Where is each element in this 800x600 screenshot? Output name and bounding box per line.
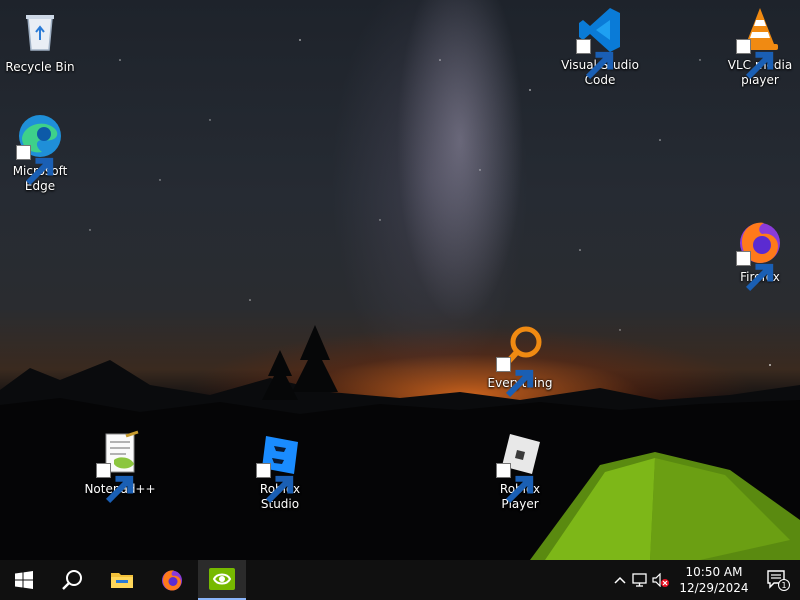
start-icon — [15, 571, 33, 589]
roblox-studio-shortcut[interactable]: Roblox Studio — [240, 430, 320, 512]
shortcut-arrow-icon — [256, 463, 294, 504]
start-button[interactable] — [0, 560, 48, 600]
system-tray: 10:50 AM 12/29/2024 1 — [610, 560, 800, 600]
network-button[interactable] — [630, 560, 650, 600]
firefox-icon — [736, 218, 784, 292]
shortcut-arrow-icon — [736, 251, 774, 292]
shortcut-arrow-icon — [16, 145, 54, 186]
vlc-shortcut[interactable]: VLC media player — [720, 6, 800, 88]
notepad-plus-plus-icon — [96, 430, 144, 504]
everything-magnifier-icon — [496, 324, 544, 398]
shortcut-arrow-icon — [736, 39, 774, 80]
roblox-studio-icon — [256, 430, 304, 504]
nvidia-taskbar-button[interactable] — [198, 560, 246, 600]
everything-shortcut[interactable]: Everything — [480, 324, 560, 398]
recycle-bin-shortcut[interactable]: Recycle Bin — [0, 8, 80, 75]
nvidia-icon — [209, 568, 235, 590]
action-center-button[interactable]: 1 — [760, 560, 796, 600]
volume-button[interactable] — [650, 560, 672, 600]
search-icon — [62, 570, 82, 590]
taskbar: 10:50 AM 12/29/2024 1 — [0, 560, 800, 600]
show-hidden-icons-button[interactable] — [610, 560, 630, 600]
notification-count: 1 — [781, 581, 786, 590]
microsoft-edge-shortcut[interactable]: Microsoft Edge — [0, 112, 80, 194]
roblox-player-icon — [496, 430, 544, 504]
clock-date: 12/29/2024 — [679, 581, 749, 595]
vlc-cone-icon — [736, 6, 784, 80]
chevron-up-icon — [614, 576, 626, 584]
firefox-shortcut[interactable]: Firefox — [720, 218, 800, 292]
notepad-plus-plus-shortcut[interactable]: Notepad++ — [80, 430, 160, 504]
network-icon — [632, 573, 647, 587]
firefox-taskbar-button[interactable] — [148, 560, 196, 600]
shortcut-arrow-icon — [496, 463, 534, 504]
clock[interactable]: 10:50 AM 12/29/2024 — [676, 564, 752, 596]
notification-icon: 1 — [767, 570, 790, 591]
shortcut-arrow-icon — [96, 463, 134, 504]
file-explorer-icon — [111, 573, 133, 588]
shortcut-arrow-icon — [576, 39, 614, 80]
recycle-bin-label: Recycle Bin — [5, 60, 75, 74]
vscode-icon — [576, 6, 624, 80]
roblox-player-shortcut[interactable]: Roblox Player — [480, 430, 560, 512]
firefox-icon — [162, 570, 182, 591]
search-button[interactable] — [48, 560, 96, 600]
file-explorer-button[interactable] — [98, 560, 146, 600]
recycle-bin-icon — [16, 8, 64, 56]
volume-muted-icon — [652, 573, 669, 587]
clock-time: 10:50 AM — [685, 565, 743, 579]
edge-icon — [16, 112, 64, 186]
vscode-shortcut[interactable]: Visual Studio Code — [560, 6, 640, 88]
shortcut-arrow-icon — [496, 357, 534, 398]
